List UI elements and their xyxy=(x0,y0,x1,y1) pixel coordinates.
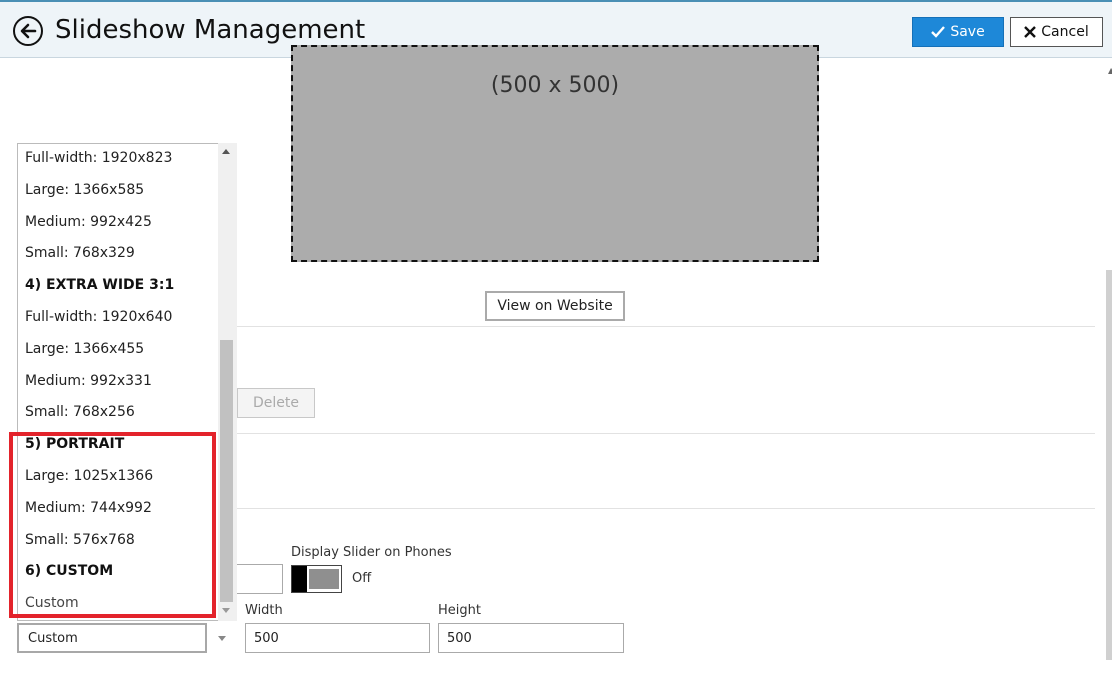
list-option[interactable]: Medium: 992x425 xyxy=(25,214,152,230)
list-option[interactable]: Small: 576x768 xyxy=(25,532,135,548)
section-divider xyxy=(237,326,1095,327)
scroll-up-icon[interactable] xyxy=(222,149,230,154)
cancel-button[interactable]: Cancel xyxy=(1010,17,1103,47)
page-title: Slideshow Management xyxy=(55,15,366,45)
toggle-knob xyxy=(292,566,307,592)
delete-button[interactable]: Delete xyxy=(237,388,315,418)
settings-input[interactable] xyxy=(237,564,283,594)
list-option[interactable]: Large: 1366x455 xyxy=(25,341,144,357)
page-scrollbar[interactable] xyxy=(1106,270,1112,660)
list-option[interactable]: Large: 1025x1366 xyxy=(25,468,153,484)
list-option[interactable]: Small: 768x329 xyxy=(25,245,135,261)
check-icon xyxy=(931,26,946,38)
width-value: 500 xyxy=(254,630,279,646)
list-option[interactable]: Medium: 744x992 xyxy=(25,500,152,516)
scroll-down-icon[interactable] xyxy=(222,608,230,613)
save-button-label: Save xyxy=(950,24,985,40)
list-option[interactable]: Medium: 992x331 xyxy=(25,373,152,389)
slider-size-select[interactable]: Custom xyxy=(17,623,207,653)
list-scrollbar-thumb[interactable] xyxy=(220,340,233,602)
chevron-down-icon xyxy=(218,635,226,641)
slider-size-select-value: Custom xyxy=(28,630,78,646)
section-divider xyxy=(237,508,1095,509)
back-arrow-icon xyxy=(20,23,37,39)
view-on-website-button[interactable]: View on Website xyxy=(485,291,625,321)
slide-preview: (500 x 500) xyxy=(291,45,819,262)
preview-size-label: (500 x 500) xyxy=(490,73,620,98)
back-button[interactable] xyxy=(13,16,43,46)
scroll-up-icon[interactable]: ▲ xyxy=(1108,66,1112,75)
height-label: Height xyxy=(438,603,481,618)
display-phones-state: Off xyxy=(352,571,372,586)
toggle-track xyxy=(309,569,339,589)
list-option[interactable]: Full-width: 1920x640 xyxy=(25,309,172,325)
list-group-header: 6) CUSTOM xyxy=(25,563,114,579)
close-icon xyxy=(1024,26,1037,38)
list-group-header: 4) EXTRA WIDE 3:1 xyxy=(25,277,175,293)
width-input[interactable]: 500 xyxy=(245,623,430,653)
list-option[interactable]: Full-width: 1920x823 xyxy=(25,150,172,166)
size-options-list: Full-width: 1920x823 Large: 1366x585 Mediu… xyxy=(17,143,237,621)
save-button[interactable]: Save xyxy=(912,17,1004,47)
cancel-button-label: Cancel xyxy=(1041,24,1089,40)
list-option[interactable]: Custom xyxy=(25,595,79,611)
section-divider xyxy=(237,433,1095,434)
list-group-header: 5) PORTRAIT xyxy=(25,436,125,452)
list-option[interactable]: Large: 1366x585 xyxy=(25,182,144,198)
height-value: 500 xyxy=(447,630,472,646)
display-phones-label: Display Slider on Phones xyxy=(291,545,452,560)
list-option[interactable]: Small: 768x256 xyxy=(25,404,135,420)
height-input[interactable]: 500 xyxy=(438,623,624,653)
display-phones-toggle[interactable] xyxy=(291,565,342,593)
slider-size-select-toggle[interactable] xyxy=(207,623,237,653)
width-label: Width xyxy=(245,603,283,618)
